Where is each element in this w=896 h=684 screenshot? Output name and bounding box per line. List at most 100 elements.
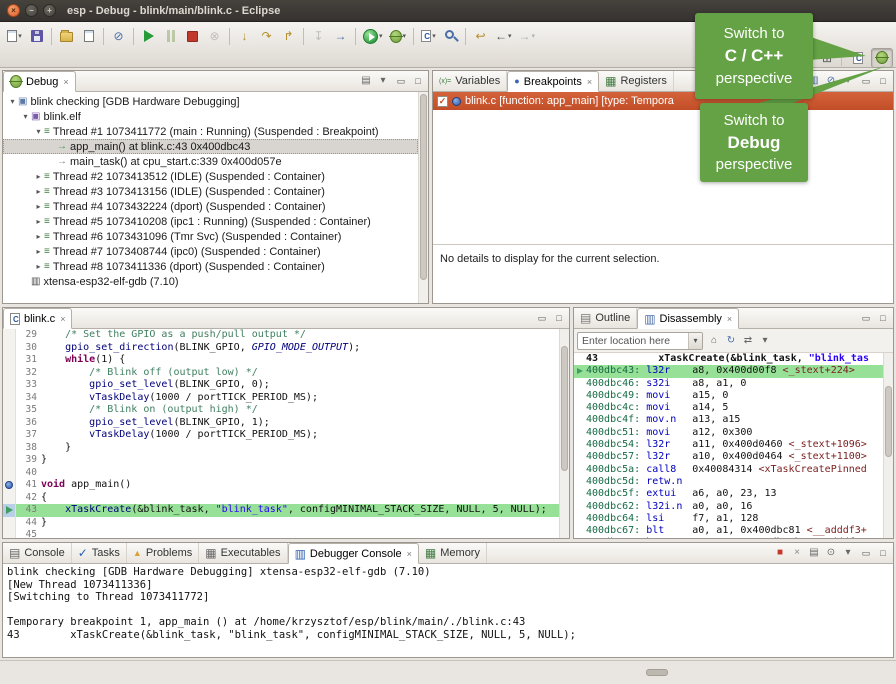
editor-maximize-button[interactable]: □	[551, 310, 567, 326]
debug-tab-debug[interactable]: Debug×	[3, 71, 76, 92]
step-into-button[interactable]: ↓	[234, 26, 255, 47]
debug-tree-item[interactable]: ▸≡Thread #6 1073431096 (Tmr Svc) (Suspen…	[3, 229, 418, 244]
window-minimize-button[interactable]: −	[25, 4, 38, 17]
debug-tree-item[interactable]: ▸≡Thread #8 1073411336 (dport) (Suspende…	[3, 259, 418, 274]
debug-tree-item[interactable]: →app_main() at blink.c:43 0x400dbc43	[3, 139, 418, 154]
close-icon[interactable]: ×	[586, 77, 592, 87]
instruction-stepping-button[interactable]: →	[330, 26, 351, 47]
editor-line[interactable]: 40	[3, 467, 559, 480]
debug-scrollbar[interactable]	[418, 92, 428, 303]
scrollbar-thumb[interactable]	[561, 346, 568, 471]
debug-tree-item[interactable]: ▸≡Thread #3 1073413156 (IDLE) (Suspended…	[3, 184, 418, 199]
debug-view-layout-button[interactable]: ▤	[358, 73, 374, 89]
disassembly-sync-with-stack-button[interactable]: ⇄	[740, 333, 756, 349]
console-tab-memory[interactable]: ▦Memory	[419, 543, 487, 563]
debug-tree-item[interactable]: ▾▣blink checking [GDB Hardware Debugging…	[3, 94, 418, 109]
disassembly-scrollbar[interactable]	[883, 353, 893, 538]
editor-line[interactable]: 34 vTaskDelay(1000 / portTICK_PERIOD_MS)…	[3, 392, 559, 405]
disassembly-line[interactable]: 400dbc62: l32i.na0, a0, 16	[574, 501, 883, 513]
console-pin-console-button[interactable]: ⊙	[823, 545, 839, 561]
run-button[interactable]: ▾	[360, 26, 386, 47]
debug-tree-item[interactable]: ▾▣blink.elf	[3, 109, 418, 124]
close-icon[interactable]: ×	[406, 549, 412, 559]
new-button[interactable]: ▾	[4, 26, 25, 47]
drop-to-frame-button[interactable]: ↧	[308, 26, 329, 47]
chevron-down-icon[interactable]: ▾	[688, 333, 702, 349]
disconnect-button[interactable]: ⊗	[204, 26, 225, 47]
editor-line[interactable]: 39}	[3, 454, 559, 467]
editor-line[interactable]: 44}	[3, 517, 559, 530]
editor-code-area[interactable]: 29 /* Set the GPIO as a push/pull output…	[3, 329, 559, 538]
editor-line[interactable]: 43 xTaskCreate(&blink_task, "blink_task"…	[3, 504, 559, 517]
editor-line[interactable]: 30 gpio_set_direction(BLINK_GPIO, GPIO_M…	[3, 342, 559, 355]
console-output[interactable]: blink checking [GDB Hardware Debugging] …	[3, 564, 893, 657]
console-minimize-button[interactable]: ▭	[858, 545, 874, 561]
console-tab-debugger-console[interactable]: ▥Debugger Console×	[288, 543, 419, 564]
close-icon[interactable]: ×	[726, 314, 732, 324]
disassembly-line[interactable]: 400dbc5d: retw.n	[574, 476, 883, 488]
open-folder-button[interactable]	[56, 26, 77, 47]
disassembly-line[interactable]: 400dbc67: blta0, a1, 0x400dbc81 <__adddf…	[574, 525, 883, 537]
editor-line[interactable]: 35 /* Blink on (output high) */	[3, 404, 559, 417]
disassembly-tab-outline[interactable]: ▤Outline	[574, 308, 637, 328]
disassembly-refresh-button[interactable]: ↻	[723, 333, 739, 349]
debug-maximize-button[interactable]: □	[410, 73, 426, 89]
editor-line[interactable]: 38 }	[3, 442, 559, 455]
expand-icon[interactable]: ▸	[33, 187, 44, 196]
breakpoint-row[interactable]: ✓ blink.c [function: app_main] [type: Te…	[433, 92, 893, 110]
disassembly-maximize-button[interactable]: □	[875, 310, 891, 326]
collapse-icon[interactable]: ▾	[20, 112, 31, 121]
disassembly-lines[interactable]: 43 xTaskCreate(&blink_task, "blink_tas40…	[574, 353, 883, 538]
disassembly-line[interactable]: 400dbc57: l32ra10, 0x400d0464 <_stext+11…	[574, 451, 883, 463]
breakpoints-tab-registers[interactable]: ▦Registers	[599, 71, 674, 91]
save-button[interactable]	[26, 26, 47, 47]
editor-line[interactable]: 29 /* Set the GPIO as a push/pull output…	[3, 329, 559, 342]
console-terminate-button[interactable]: ■	[772, 545, 788, 561]
editor-line[interactable]: 45	[3, 529, 559, 538]
editor-line[interactable]: 33 gpio_set_level(BLINK_GPIO, 0);	[3, 379, 559, 392]
console-maximize-button[interactable]: □	[875, 545, 891, 561]
terminate-button[interactable]	[182, 26, 203, 47]
disassembly-home-button[interactable]: ⌂	[706, 333, 722, 349]
close-icon[interactable]: ×	[59, 314, 65, 324]
debug-tree-item[interactable]: ▥xtensa-esp32-elf-gdb (7.10)	[3, 274, 418, 289]
breakpoints-skip-all-breakpoints-button[interactable]: ⊘	[823, 73, 839, 89]
new-cpp-project-button[interactable]: ▾	[418, 26, 439, 47]
close-icon[interactable]: ×	[62, 77, 68, 87]
breakpoints-tab-variables[interactable]: (x)=Variables	[433, 71, 507, 91]
disassembly-line[interactable]: 400dbc43: l32ra8, 0x400d00f8 <_stext+224…	[574, 365, 883, 377]
scrollbar-thumb[interactable]	[420, 94, 427, 280]
disassembly-line[interactable]: 400dbc54: l32ra11, 0x400d0460 <_stext+10…	[574, 439, 883, 451]
disassembly-line[interactable]: 400dbc6a: bnonea0, a1, 0x400dbc8b <__add…	[574, 537, 883, 538]
editor-line[interactable]: 36 gpio_set_level(BLINK_GPIO, 1);	[3, 417, 559, 430]
expand-icon[interactable]: ▸	[33, 172, 44, 181]
debug-tree-item[interactable]: ▸≡Thread #4 1073432224 (dport) (Suspende…	[3, 199, 418, 214]
collapse-icon[interactable]: ▾	[7, 97, 18, 106]
debug-tree-item[interactable]: ▸≡Thread #7 1073408744 (ipc0) (Suspended…	[3, 244, 418, 259]
breakpoints-tab-breakpoints[interactable]: ●Breakpoints×	[507, 71, 599, 92]
breakpoints-minimize-button[interactable]: ▭	[858, 73, 874, 89]
editor-tab-blink-c[interactable]: blink.c×	[3, 308, 72, 329]
last-edit-location-button[interactable]: ↩	[470, 26, 491, 47]
step-return-button[interactable]: ↱	[278, 26, 299, 47]
collapse-icon[interactable]: ▾	[33, 127, 44, 136]
expand-icon[interactable]: ▸	[33, 202, 44, 211]
debug-tree-item[interactable]: ▾≡Thread #1 1073411772 (main : Running) …	[3, 124, 418, 139]
open-perspective-button[interactable]: ⊞	[819, 50, 835, 66]
console-tab-console[interactable]: ▤Console	[3, 543, 72, 563]
debug-view-menu-button[interactable]: ▾	[375, 73, 391, 89]
skip-all-breakpoints-button[interactable]: ⊘	[108, 26, 129, 47]
debug-tree-item[interactable]: ▸≡Thread #2 1073413512 (IDLE) (Suspended…	[3, 169, 418, 184]
scrollbar-thumb[interactable]	[885, 386, 892, 456]
window-close-button[interactable]: ×	[7, 4, 20, 17]
step-over-button[interactable]: ↷	[256, 26, 277, 47]
editor-line[interactable]: 41void app_main()	[3, 479, 559, 492]
console-tab-tasks[interactable]: ✓Tasks	[72, 543, 127, 563]
breakpoint-checkbox[interactable]: ✓	[437, 96, 448, 107]
editor-line[interactable]: 32 /* Blink off (output low) */	[3, 367, 559, 380]
console-clear-console-button[interactable]: ▤	[806, 545, 822, 561]
cpp-perspective-button[interactable]	[848, 48, 868, 68]
search-button[interactable]	[440, 26, 461, 47]
console-tab-executables[interactable]: ▦Executables	[199, 543, 287, 563]
debug-button[interactable]: ▾	[387, 26, 410, 47]
